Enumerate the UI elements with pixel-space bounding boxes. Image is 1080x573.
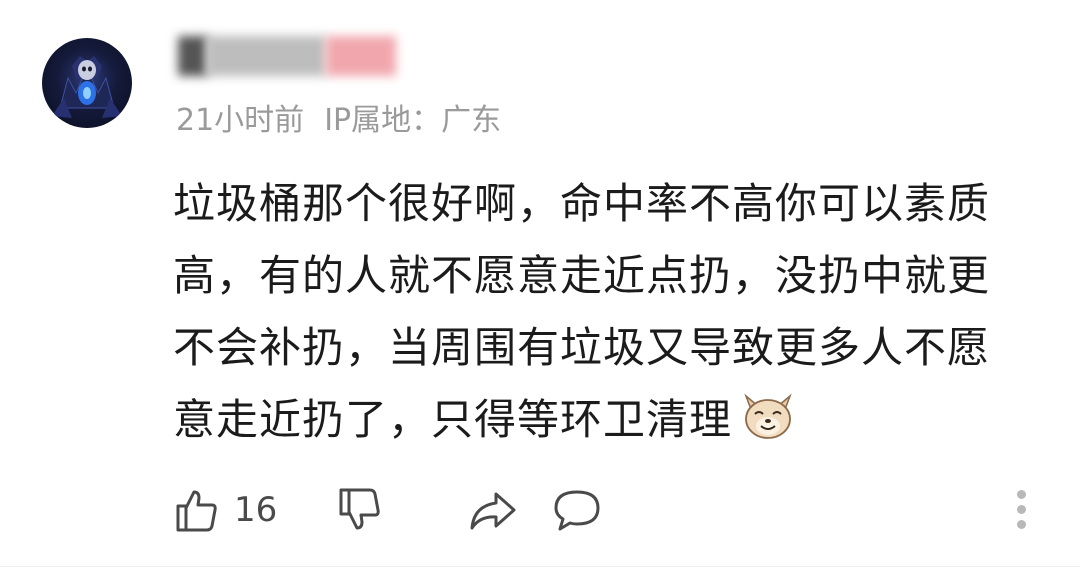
comment-meta: 21小时前 IP属地：广东 bbox=[176, 95, 501, 139]
dislike-button[interactable] bbox=[335, 485, 383, 535]
comment-line: 垃圾桶那个很好啊，命中率不高你可以素质 bbox=[173, 179, 991, 228]
more-options-button[interactable] bbox=[1012, 490, 1032, 530]
reply-button[interactable] bbox=[552, 485, 602, 535]
time-ago: 21小时前 bbox=[176, 103, 305, 138]
comment-bubble-icon bbox=[552, 486, 602, 534]
comment-line: 不会补扔，当周围有垃圾又导致更多人不愿 bbox=[173, 323, 991, 372]
thumbs-down-icon bbox=[335, 486, 383, 534]
username-blur-segment bbox=[326, 36, 396, 76]
avatar-image bbox=[52, 56, 122, 118]
more-dot bbox=[1017, 520, 1026, 529]
comment-card: 21小时前 IP属地：广东 垃圾桶那个很好啊，命中率不高你可以素质 高，有的人就不… bbox=[0, 0, 1080, 573]
avatar[interactable] bbox=[42, 38, 132, 128]
share-button[interactable] bbox=[468, 485, 518, 535]
comment-line-last: 意走近扔了，只得等环卫清理 bbox=[173, 384, 1053, 456]
username-obscured[interactable] bbox=[178, 36, 400, 76]
more-dot bbox=[1017, 505, 1026, 514]
comment-line-text: 意走近扔了，只得等环卫清理 bbox=[173, 395, 733, 444]
more-dot bbox=[1017, 490, 1026, 499]
like-count: 16 bbox=[234, 490, 278, 530]
username-blur-segment bbox=[178, 36, 208, 76]
thumbs-up-icon bbox=[172, 486, 220, 534]
comment-body: 垃圾桶那个很好啊，命中率不高你可以素质 高，有的人就不愿意走近点扔，没扔中就更 … bbox=[173, 168, 1053, 456]
ip-location: IP属地：广东 bbox=[324, 103, 502, 138]
username-blur-segment bbox=[206, 36, 326, 76]
grinning-dog-emoji-icon bbox=[740, 388, 796, 444]
like-button[interactable]: 16 bbox=[172, 485, 277, 535]
divider bbox=[0, 566, 1080, 567]
comment-line: 高，有的人就不愿意走近点扔，没扔中就更 bbox=[173, 251, 991, 300]
share-icon bbox=[468, 486, 518, 534]
